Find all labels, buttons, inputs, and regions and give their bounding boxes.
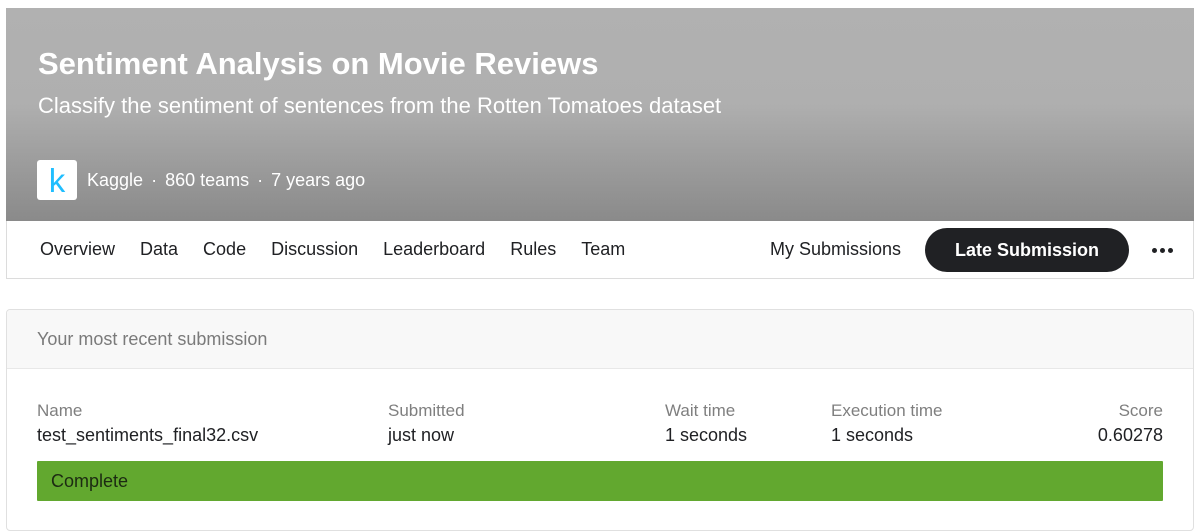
execution-time-value: 1 seconds — [831, 425, 914, 445]
tab-discussion[interactable]: Discussion — [271, 239, 358, 260]
submitted-value: just now — [388, 425, 455, 445]
late-submission-button[interactable]: Late Submission — [925, 228, 1129, 272]
my-submissions-link[interactable]: My Submissions — [770, 221, 901, 278]
recent-submission-card: Your most recent submission Name test_se… — [6, 309, 1194, 531]
submission-filename: test_sentiments_final32.csv — [37, 425, 259, 445]
meta-separator: · — [257, 169, 264, 190]
competition-title: Sentiment Analysis on Movie Reviews — [38, 46, 599, 81]
submitted-column: Submitted just now — [388, 401, 465, 446]
execution-time-column: Execution time 1 seconds — [831, 401, 943, 446]
kaggle-logo[interactable]: k — [37, 160, 77, 200]
team-count: 860 teams — [165, 169, 250, 190]
name-column: Name test_sentiments_final32.csv — [37, 401, 258, 446]
name-label: Name — [37, 401, 83, 420]
more-horizontal-icon[interactable] — [1147, 235, 1177, 265]
tab-overview[interactable]: Overview — [40, 239, 115, 260]
execution-time-label: Execution time — [831, 401, 943, 420]
status-text: Complete — [51, 471, 129, 491]
status-bar: Complete — [37, 461, 1163, 501]
meta-separator: · — [151, 169, 158, 190]
wait-time-value: 1 seconds — [665, 425, 748, 445]
competition-header: Sentiment Analysis on Movie Reviews Clas… — [6, 8, 1194, 221]
wait-time-column: Wait time 1 seconds — [665, 401, 747, 446]
tab-team[interactable]: Team — [581, 239, 625, 260]
score-column: Score 0.60278 — [1098, 401, 1163, 446]
wait-time-label: Wait time — [665, 401, 736, 420]
host-name[interactable]: Kaggle — [87, 170, 143, 191]
score-value: 0.60278 — [1097, 425, 1163, 445]
score-label: Score — [1118, 401, 1163, 420]
card-header: Your most recent submission — [7, 310, 1193, 369]
tab-rules[interactable]: Rules — [510, 239, 556, 260]
tab-list: Overview Data Code Discussion Leaderboar… — [40, 221, 650, 278]
competition-age: 7 years ago — [271, 169, 366, 190]
tab-data[interactable]: Data — [140, 239, 178, 260]
competition-meta: k Kaggle · 860 teams · 7 years ago — [37, 160, 365, 200]
competition-subtitle: Classify the sentiment of sentences from… — [38, 93, 722, 118]
submitted-label: Submitted — [388, 401, 465, 420]
tab-code[interactable]: Code — [203, 239, 246, 260]
card-title: Your most recent submission — [37, 329, 268, 349]
competition-nav: Overview Data Code Discussion Leaderboar… — [6, 221, 1194, 279]
tab-leaderboard[interactable]: Leaderboard — [383, 239, 485, 260]
